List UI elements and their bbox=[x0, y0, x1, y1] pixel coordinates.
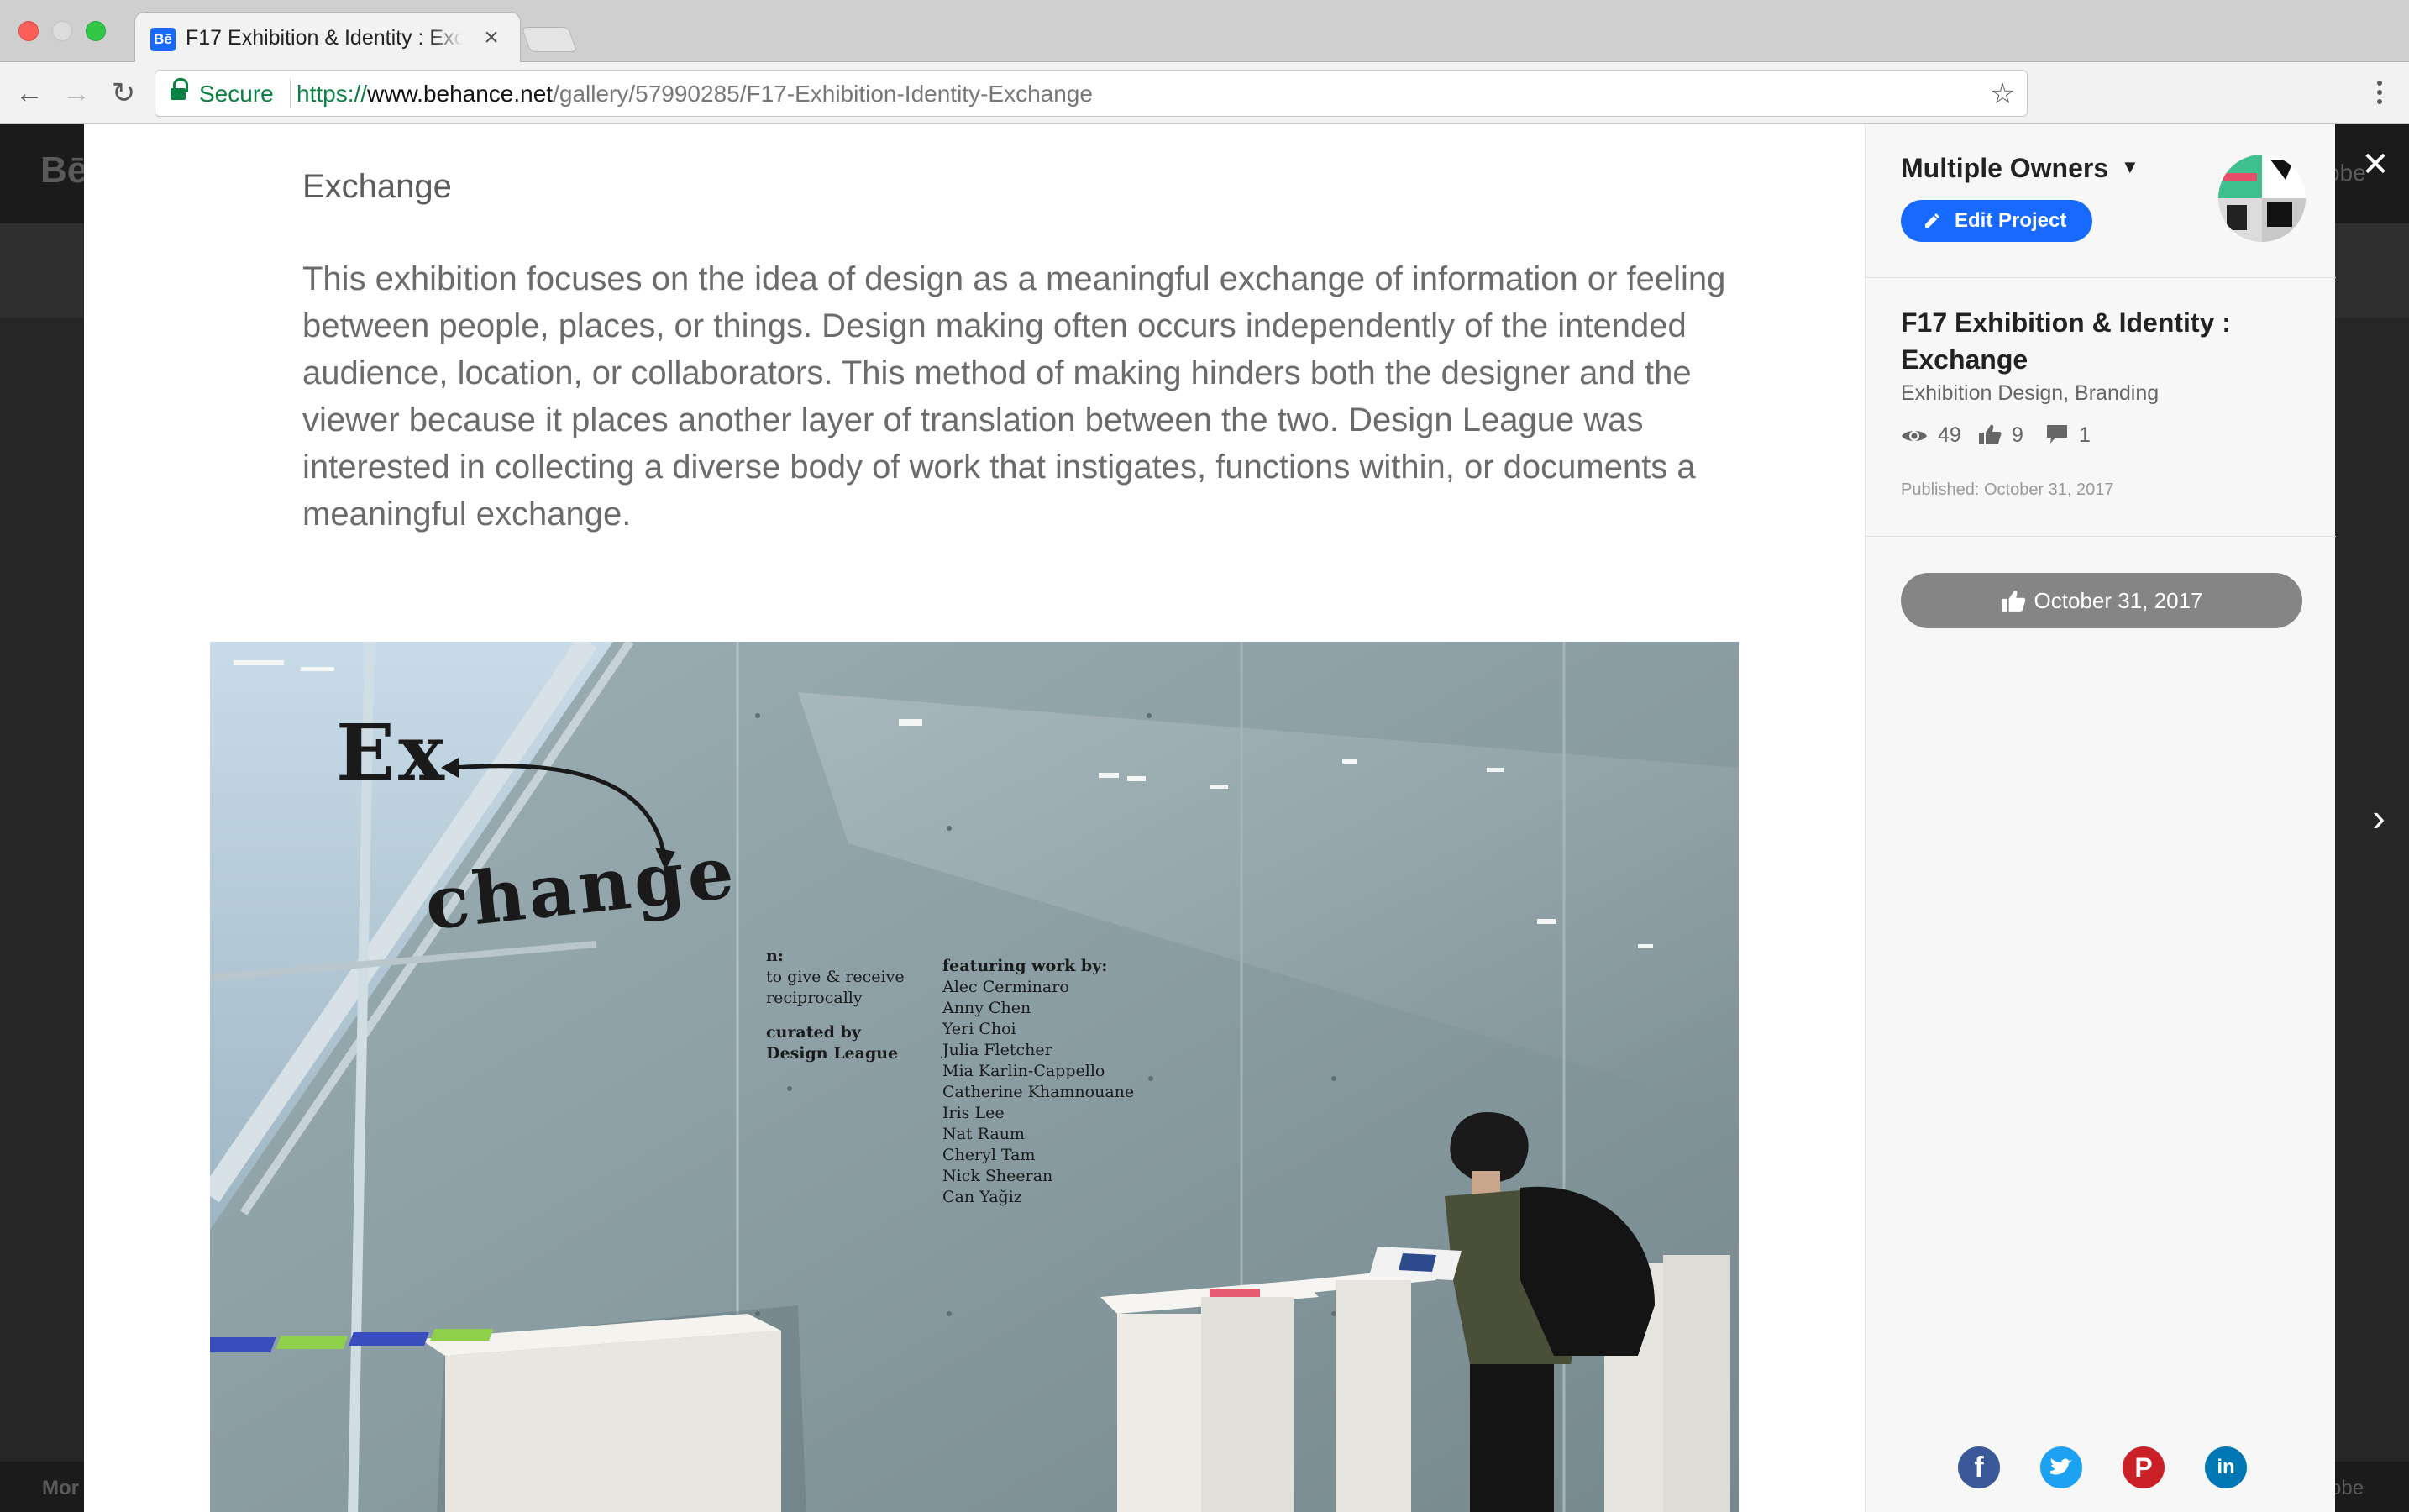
featured-name: Yeri Choi bbox=[942, 1020, 1016, 1038]
featured-name: Anny Chen bbox=[942, 999, 1031, 1017]
bookmark-star-icon[interactable]: ☆ bbox=[1990, 77, 2015, 111]
featured-name: Catherine Khamnouane bbox=[942, 1083, 1135, 1101]
backdrop-adobe-footer: obe bbox=[2330, 1477, 2364, 1499]
appreciate-date: October 31, 2017 bbox=[2034, 588, 2203, 613]
window-minimize-button[interactable] bbox=[52, 21, 72, 41]
appreciate-button[interactable]: October 31, 2017 bbox=[1901, 573, 2302, 628]
views-stat: 49 bbox=[1901, 423, 1961, 448]
next-project-chevron-icon[interactable]: › bbox=[2362, 796, 2396, 838]
views-count: 49 bbox=[1938, 423, 1961, 447]
lock-icon bbox=[171, 78, 188, 102]
wall-word-ex: Ex bbox=[336, 707, 448, 798]
wall-definition-block: n: to give & receive reciprocally curate… bbox=[766, 946, 934, 1064]
secure-label: Secure bbox=[199, 81, 274, 107]
url-text[interactable]: https://www.behance.net/gallery/57990285… bbox=[297, 81, 1093, 108]
backdrop-more-link: Mor bbox=[42, 1477, 79, 1499]
url-path: /gallery/57990285/F17-Exhibition-Identit… bbox=[553, 81, 1093, 107]
wall-featuring-block: featuring work by: Alec Cerminaro Anny C… bbox=[942, 956, 1161, 1208]
browser-tab[interactable]: Bē F17 Exhibition & Identity : Exchange … bbox=[134, 12, 521, 62]
project-content: Exchange This exhibition focuses on the … bbox=[84, 124, 1865, 1512]
edit-project-label: Edit Project bbox=[1955, 209, 2067, 232]
avatar-image bbox=[2218, 155, 2306, 242]
pencil-icon bbox=[1925, 213, 1939, 228]
featured-name: Nick Sheeran bbox=[942, 1167, 1053, 1185]
browser-toolbar: ← → ↻ Secure https://www.behance.net/gal… bbox=[0, 62, 2409, 124]
window-close-button[interactable] bbox=[18, 21, 39, 41]
sidebar-divider bbox=[1866, 536, 2336, 537]
linkedin-icon[interactable]: in bbox=[2205, 1446, 2247, 1488]
curated-line-2: Design League bbox=[766, 1044, 899, 1063]
project-title: F17 Exhibition & Identity : Exchange bbox=[1901, 307, 2231, 375]
featured-name: Julia Fletcher bbox=[942, 1041, 1052, 1059]
featuring-label: featuring work by: bbox=[942, 957, 1108, 975]
share-buttons: f P in bbox=[1958, 1446, 2311, 1488]
browser-titlebar: Bē F17 Exhibition & Identity : Exchange … bbox=[0, 0, 2409, 62]
caret-down-icon: ▼ bbox=[2121, 156, 2139, 177]
project-fields[interactable]: Exhibition Design, Branding bbox=[1901, 381, 2159, 406]
tab-title: F17 Exhibition & Identity : Exchange bbox=[186, 26, 463, 53]
owner-dropdown[interactable]: Multiple Owners ▼ bbox=[1901, 153, 2139, 186]
featured-name: Nat Raum bbox=[942, 1125, 1025, 1143]
behance-logo: Bē bbox=[40, 150, 88, 191]
comment-icon bbox=[2047, 425, 2067, 444]
appreciations-stat: 9 bbox=[1978, 423, 2023, 448]
window-zoom-button[interactable] bbox=[86, 21, 106, 41]
featured-name: Can Yağiz bbox=[942, 1188, 1022, 1206]
owners-avatar[interactable] bbox=[2218, 155, 2306, 242]
reload-icon[interactable]: ↻ bbox=[108, 77, 139, 109]
featured-name: Mia Karlin-Cappello bbox=[942, 1062, 1105, 1080]
sidebar-divider bbox=[1866, 277, 2336, 278]
forward-arrow-icon[interactable]: → bbox=[60, 77, 92, 109]
thumbs-up-icon bbox=[1979, 424, 2002, 444]
section-heading: Exchange bbox=[302, 168, 452, 205]
behance-favicon-icon: Bē bbox=[150, 28, 176, 51]
project-sidebar: Multiple Owners ▼ Edit Project F17 Exhib… bbox=[1865, 124, 2336, 1512]
url-host: www.behance.net bbox=[367, 81, 554, 107]
comments-stat: 1 bbox=[2045, 423, 2091, 448]
appreciations-count: 9 bbox=[2012, 423, 2023, 447]
definition-label: n: bbox=[766, 947, 784, 965]
twitter-icon[interactable] bbox=[2040, 1446, 2082, 1488]
address-bar[interactable]: Secure https://www.behance.net/gallery/5… bbox=[155, 70, 2028, 117]
tab-close-icon[interactable]: × bbox=[478, 24, 505, 51]
featured-name: Iris Lee bbox=[942, 1104, 1005, 1122]
definition-line-2: reciprocally bbox=[766, 989, 863, 1007]
edit-project-button[interactable]: Edit Project bbox=[1901, 200, 2092, 242]
project-description: This exhibition focuses on the idea of d… bbox=[302, 260, 1726, 533]
featured-name: Cheryl Tam bbox=[942, 1146, 1036, 1164]
comments-count: 1 bbox=[2079, 423, 2091, 447]
facebook-icon[interactable]: f bbox=[1958, 1446, 2000, 1488]
new-tab-button[interactable] bbox=[521, 27, 578, 52]
pinterest-icon[interactable]: P bbox=[2123, 1446, 2165, 1488]
definition-line-1: to give & receive bbox=[766, 968, 905, 986]
eye-icon bbox=[1902, 431, 1927, 441]
thumbs-up-icon bbox=[2001, 590, 2025, 612]
browser-menu-icon[interactable] bbox=[2377, 81, 2384, 109]
published-date: Published: October 31, 2017 bbox=[1901, 480, 2114, 499]
owner-label: Multiple Owners bbox=[1901, 153, 2109, 183]
url-scheme: https:// bbox=[297, 81, 368, 107]
exhibition-photo: Ex change n: to give & receive reciproca… bbox=[210, 642, 1739, 1512]
curated-line-1: curated by bbox=[766, 1023, 861, 1042]
featured-name: Alec Cerminaro bbox=[942, 978, 1069, 996]
twitter-bird-shape bbox=[2050, 1458, 2072, 1475]
back-arrow-icon[interactable]: ← bbox=[13, 77, 45, 109]
url-separator bbox=[290, 79, 291, 108]
modal-close-icon[interactable]: ✕ bbox=[2359, 148, 2392, 181]
